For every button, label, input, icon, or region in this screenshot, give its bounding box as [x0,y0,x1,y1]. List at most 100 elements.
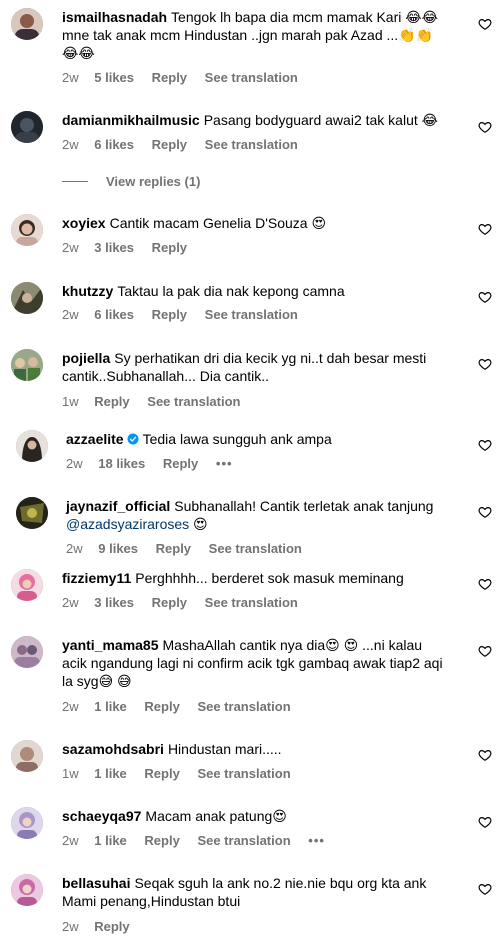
likes-count[interactable]: 1 like [94,766,127,781]
see-translation-button[interactable]: See translation [205,70,298,85]
see-translation-button[interactable]: See translation [205,595,298,610]
comment-meta: 1w 1 like Reply See translation [62,766,305,782]
see-translation-button[interactable]: See translation [205,307,298,322]
comment-meta: 2w 18 likes Reply ••• [66,456,247,472]
comment-time: 2w [62,699,79,714]
see-translation-button[interactable]: See translation [197,766,290,781]
avatar[interactable] [11,349,43,381]
reply-button[interactable]: Reply [152,307,187,322]
comment-username[interactable]: damianmikhailmusic [62,112,200,128]
avatar[interactable] [11,807,43,839]
heart-outline-icon[interactable] [478,17,492,31]
heart-outline-icon[interactable] [478,882,492,896]
comment-meta: 2w 3 likes Reply See translation [62,595,312,611]
view-replies-button[interactable]: View replies (1) [62,174,200,189]
comment-username[interactable]: pojiella [62,350,110,366]
comment-body: Sy perhatikan dri dia kecik yg ni..t dah… [62,350,427,384]
reply-button[interactable]: Reply [144,766,179,781]
likes-count[interactable]: 3 likes [94,240,134,255]
comment-text: jaynazif_official Subhanallah! Cantik ter… [66,497,452,533]
heart-outline-icon[interactable] [478,120,492,134]
heart-outline-icon[interactable] [478,577,492,591]
likes-count[interactable]: 6 likes [94,137,134,152]
more-options-icon[interactable]: ••• [216,456,233,471]
comment-meta: 2w Reply [62,919,144,935]
comment-text: pojiella Sy perhatikan dri dia kecik yg n… [62,349,448,385]
see-translation-button[interactable]: See translation [197,699,290,714]
comment-time: 2w [62,307,79,322]
comment-username[interactable]: xoyiex [62,215,106,231]
reply-button[interactable]: Reply [152,70,187,85]
comment-text: yanti_mama85 MashaAllah cantik nya dia😍 😍… [62,636,448,690]
comment-username[interactable]: sazamohdsabri [62,741,164,757]
reply-button[interactable]: Reply [156,541,191,556]
likes-count[interactable]: 3 likes [94,595,134,610]
comment-username[interactable]: azzaelite [66,431,124,447]
reply-button[interactable]: Reply [152,595,187,610]
avatar[interactable] [11,282,43,314]
comment-body: Pasang bodyguard awai2 tak kalut 😂 [203,112,438,128]
likes-count[interactable]: 5 likes [94,70,134,85]
reply-button[interactable]: Reply [94,919,129,934]
reply-button[interactable]: Reply [152,240,187,255]
comment-meta: 2w 1 like Reply See translation ••• [62,833,339,849]
comment-time: 2w [66,456,83,471]
comment-username[interactable]: ismailhasnadah [62,9,167,25]
reply-button[interactable]: Reply [163,456,198,471]
heart-outline-icon[interactable] [478,290,492,304]
heart-outline-icon[interactable] [478,748,492,762]
view-replies-label[interactable]: View replies (1) [106,174,200,189]
comment-meta: 2w 6 likes Reply See translation [62,137,312,153]
avatar[interactable] [11,874,43,906]
reply-button[interactable]: Reply [152,137,187,152]
comment-meta: 1w Reply See translation [62,394,254,410]
likes-count[interactable]: 18 likes [98,456,145,471]
comment-body: Perghhhh... berderet sok masuk meminang [135,570,404,586]
avatar[interactable] [16,497,48,529]
likes-count[interactable]: 1 like [94,699,127,714]
see-translation-button[interactable]: See translation [197,833,290,848]
likes-count[interactable]: 1 like [94,833,127,848]
comment-text: damianmikhailmusic Pasang bodyguard awai2… [62,111,448,129]
comment-username[interactable]: fizziemy11 [62,570,131,586]
heart-outline-icon[interactable] [478,505,492,519]
avatar[interactable] [16,430,48,462]
see-translation-button[interactable]: See translation [209,541,302,556]
comment-time: 2w [62,919,79,934]
comment-meta: 2w 5 likes Reply See translation [62,70,312,86]
avatar[interactable] [11,636,43,668]
avatar[interactable] [11,111,43,143]
avatar[interactable] [11,740,43,772]
reply-button[interactable]: Reply [144,699,179,714]
heart-outline-icon[interactable] [478,357,492,371]
heart-outline-icon[interactable] [478,644,492,658]
comment-time: 2w [62,833,79,848]
heart-outline-icon[interactable] [478,815,492,829]
comment-username[interactable]: bellasuhai [62,875,130,891]
likes-count[interactable]: 9 likes [98,541,138,556]
comment-time: 2w [62,240,79,255]
comment-text: sazamohdsabri Hindustan mari..... [62,740,448,758]
likes-count[interactable]: 6 likes [94,307,134,322]
comment-text: khutzzy Taktau la pak dia nak kepong camn… [62,282,448,300]
comment-username[interactable]: jaynazif_official [66,498,170,514]
avatar[interactable] [11,8,43,40]
reply-button[interactable]: Reply [144,833,179,848]
see-translation-button[interactable]: See translation [205,137,298,152]
divider [62,181,88,182]
reply-button[interactable]: Reply [94,394,129,409]
avatar[interactable] [11,214,43,246]
comment-body: Cantik macam Genelia D'Souza 😍 [109,215,327,231]
avatar[interactable] [11,569,43,601]
heart-outline-icon[interactable] [478,438,492,452]
comment-username[interactable]: schaeyqa97 [62,808,141,824]
comment-username[interactable]: khutzzy [62,283,113,299]
comment-time: 2w [62,70,79,85]
more-options-icon[interactable]: ••• [308,833,325,848]
heart-outline-icon[interactable] [478,222,492,236]
comment-username[interactable]: yanti_mama85 [62,637,159,653]
mention-link[interactable]: @azadsyaziraroses [66,516,189,532]
see-translation-button[interactable]: See translation [147,394,240,409]
comment-body: Tedia lawa sungguh ank ampa [142,431,332,447]
comment-time: 2w [62,595,79,610]
